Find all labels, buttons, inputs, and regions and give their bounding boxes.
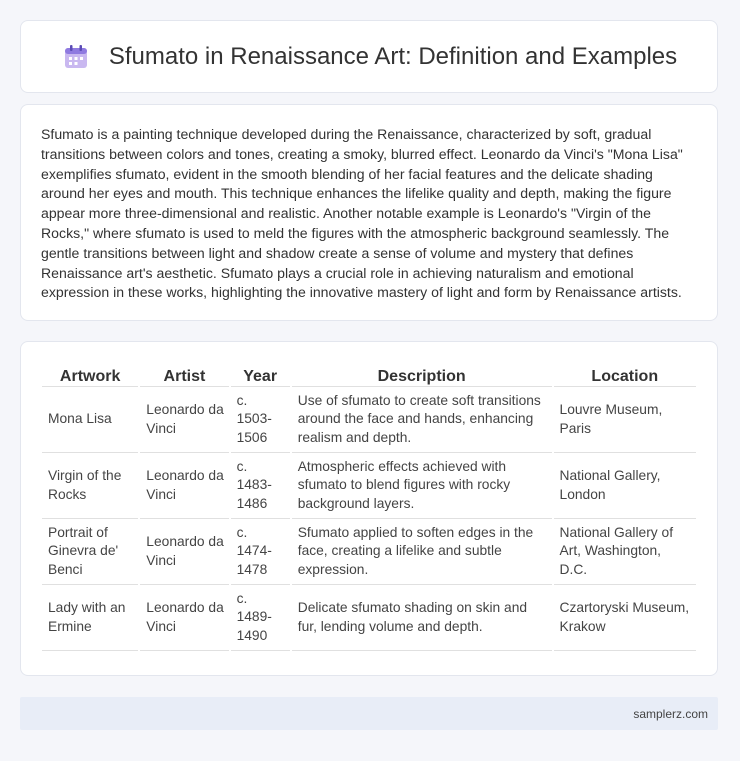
cell-location: Czartoryski Museum, Krakow: [553, 585, 696, 651]
cell-artwork: Virgin of the Rocks: [42, 453, 139, 519]
page-title: Sfumato in Renaissance Art: Definition a…: [108, 42, 678, 70]
cell-artwork: Mona Lisa: [42, 387, 139, 453]
table-card: Artwork Artist Year Description Location…: [20, 341, 718, 676]
header-year: Year: [230, 362, 290, 387]
cell-year: c. 1503-1506: [230, 387, 290, 453]
cell-artwork: Portrait of Ginevra de' Benci: [42, 519, 139, 585]
calendar-icon: [64, 44, 87, 68]
intro-paragraph: Sfumato is a painting technique develope…: [41, 126, 683, 301]
cell-artist: Leonardo da Vinci: [140, 387, 229, 453]
title-card: Sfumato in Renaissance Art: Definition a…: [20, 20, 718, 93]
cell-year: c. 1474-1478: [230, 519, 290, 585]
cell-description: Use of sfumato to create soft transition…: [291, 387, 552, 453]
footer-link[interactable]: samplerz.com: [633, 707, 708, 721]
header-artist: Artist: [140, 362, 229, 387]
table-row: Portrait of Ginevra de' Benci Leonardo d…: [42, 519, 696, 585]
cell-description: Atmospheric effects achieved with sfumat…: [291, 453, 552, 519]
cell-year: c. 1483-1486: [230, 453, 290, 519]
table-row: Virgin of the Rocks Leonardo da Vinci c.…: [42, 453, 696, 519]
cell-location: National Gallery, London: [553, 453, 696, 519]
footer-bar: samplerz.com: [20, 697, 718, 730]
header-artwork: Artwork: [42, 362, 139, 387]
table-row: Mona Lisa Leonardo da Vinci c. 1503-1506…: [42, 387, 696, 453]
cell-description: Sfumato applied to soften edges in the f…: [291, 519, 552, 585]
cell-description: Delicate sfumato shading on skin and fur…: [291, 585, 552, 651]
cell-location: Louvre Museum, Paris: [553, 387, 696, 453]
artworks-table: Artwork Artist Year Description Location…: [40, 362, 698, 651]
cell-artist: Leonardo da Vinci: [140, 453, 229, 519]
header-description: Description: [291, 362, 552, 387]
cell-location: National Gallery of Art, Washington, D.C…: [553, 519, 696, 585]
table-row: Lady with an Ermine Leonardo da Vinci c.…: [42, 585, 696, 651]
cell-artwork: Lady with an Ermine: [42, 585, 139, 651]
header-location: Location: [553, 362, 696, 387]
table-header-row: Artwork Artist Year Description Location: [42, 362, 696, 387]
cell-year: c. 1489-1490: [230, 585, 290, 651]
intro-card: Sfumato is a painting technique develope…: [20, 104, 718, 321]
cell-artist: Leonardo da Vinci: [140, 585, 229, 651]
cell-artist: Leonardo da Vinci: [140, 519, 229, 585]
